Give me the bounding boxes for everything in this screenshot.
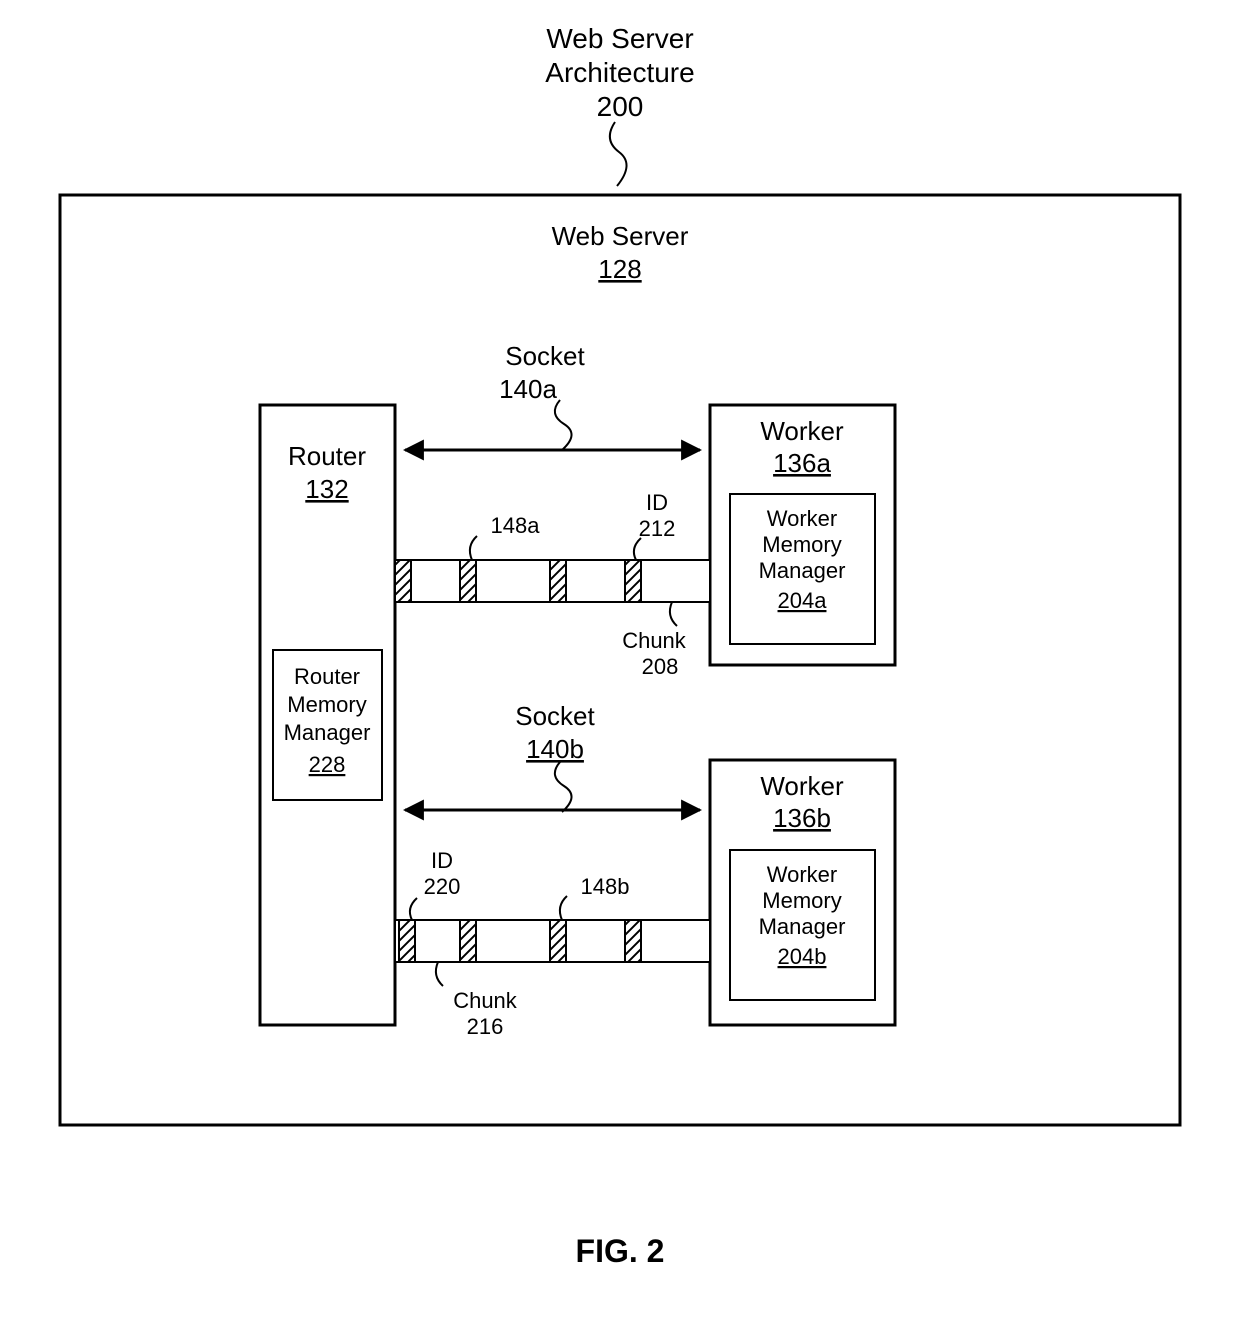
chunk-a-ref: 208	[642, 654, 679, 679]
worker-a-label: Worker	[760, 416, 844, 446]
router-mem-l3: Manager	[284, 720, 371, 745]
worker-b-ref: 136b	[773, 803, 831, 833]
title-ref: 200	[597, 91, 644, 122]
id-a-label: ID	[646, 490, 668, 515]
worker-a-box: Worker 136a Worker Memory Manager 204a	[710, 405, 895, 665]
page-title: Web Server Architecture 200	[545, 23, 694, 186]
router-mem-l2: Memory	[287, 692, 366, 717]
wmem-a-l1: Worker	[767, 506, 838, 531]
web-server-box: Web Server 128	[60, 195, 1180, 1125]
wmem-b-ref: 204b	[778, 944, 827, 969]
id-a-ref: 212	[639, 516, 676, 541]
shared-b-ref: 148b	[581, 874, 630, 899]
router-memory-manager-box: Router Memory Manager 228	[273, 650, 382, 800]
wmem-b-l3: Manager	[759, 914, 846, 939]
chunk-b-ref: 216	[467, 1014, 504, 1039]
id-b-label: ID	[431, 848, 453, 873]
socket-a-label: Socket	[505, 341, 585, 371]
router-ref: 132	[305, 474, 348, 504]
wmem-a-ref: 204a	[778, 588, 828, 613]
router-mem-ref: 228	[309, 752, 346, 777]
title-squiggle	[610, 122, 627, 186]
router-label: Router	[288, 441, 366, 471]
worker-b-label: Worker	[760, 771, 844, 801]
socket-a-ref: 140a	[499, 374, 557, 404]
title-line1: Web Server	[546, 23, 693, 54]
figure-label: FIG. 2	[576, 1233, 665, 1269]
wmem-a-l3: Manager	[759, 558, 846, 583]
title-line2: Architecture	[545, 57, 694, 88]
worker-a-ref: 136a	[773, 448, 831, 478]
socket-b-ref: 140b	[526, 734, 584, 764]
web-server-label: Web Server	[552, 221, 689, 251]
web-server-ref: 128	[598, 254, 641, 284]
router-mem-l1: Router	[294, 664, 360, 689]
worker-b-box: Worker 136b Worker Memory Manager 204b	[710, 760, 895, 1025]
wmem-b-l2: Memory	[762, 888, 841, 913]
chunk-a-label: Chunk	[622, 628, 687, 653]
wmem-b-l1: Worker	[767, 862, 838, 887]
shared-a-ref: 148a	[491, 513, 541, 538]
socket-b-label: Socket	[515, 701, 595, 731]
id-b-ref: 220	[424, 874, 461, 899]
chunk-b-label: Chunk	[453, 988, 518, 1013]
wmem-a-l2: Memory	[762, 532, 841, 557]
